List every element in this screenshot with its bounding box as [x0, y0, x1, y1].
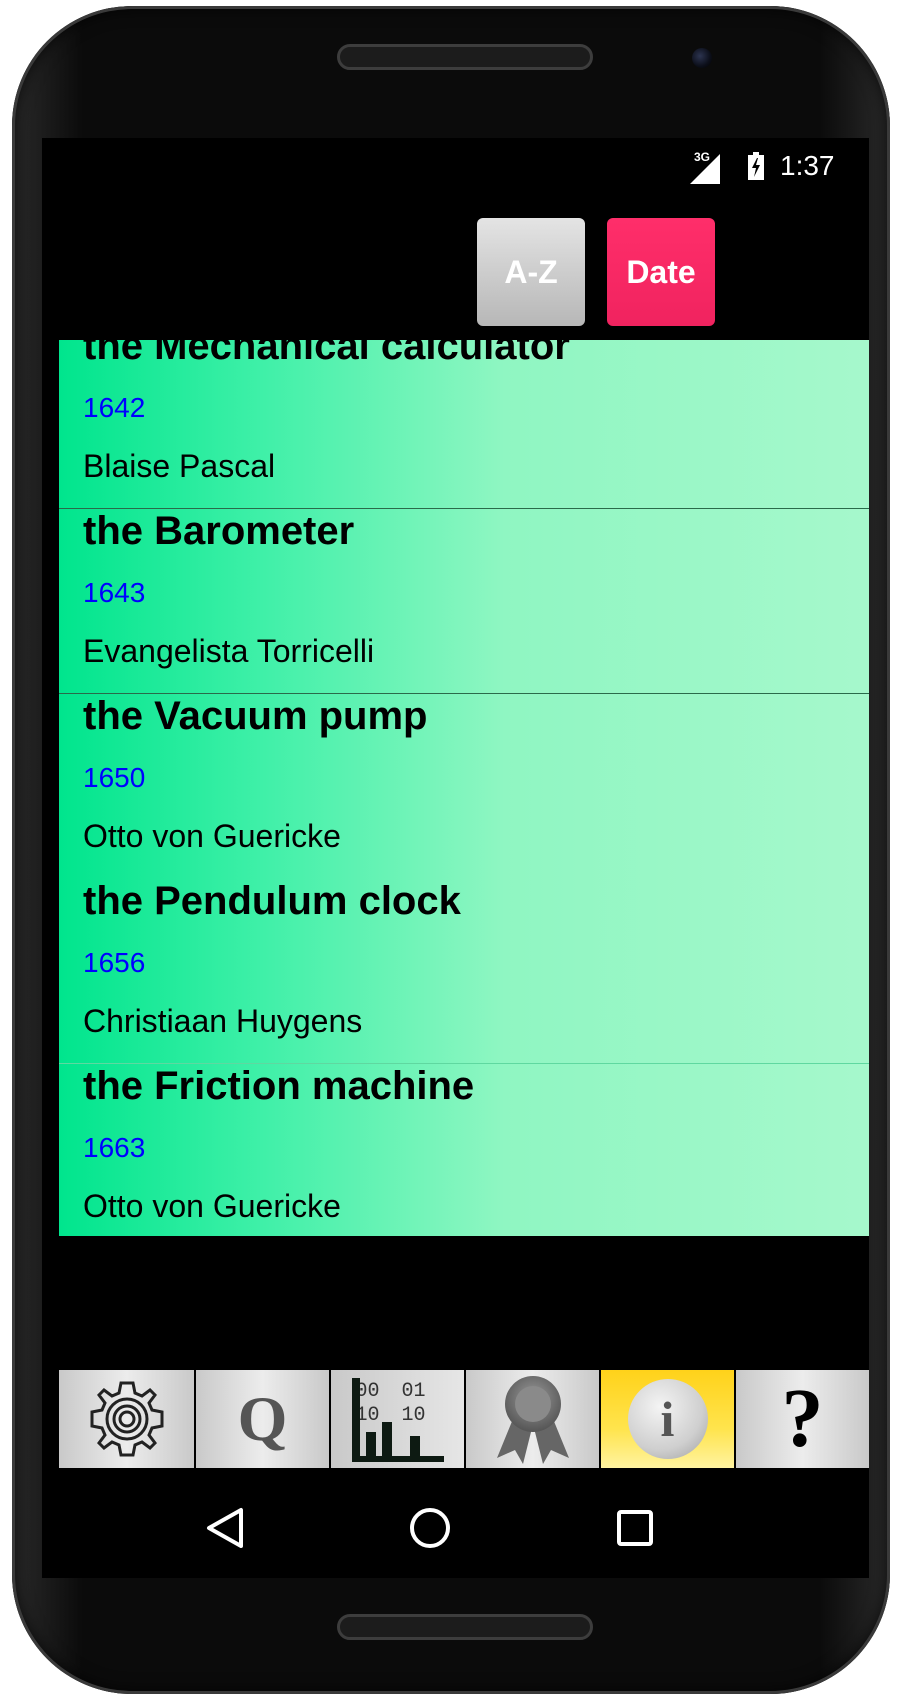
invention-name: the Friction machine — [83, 1064, 475, 1108]
invention-name: the Pendulum clock — [83, 879, 461, 923]
info-icon: i — [627, 1379, 708, 1459]
inventor-name: Christiaan Huygens — [83, 1003, 363, 1039]
sort-az-button[interactable]: A-Z — [477, 218, 585, 326]
phone-frame: 3G 1:37 A-Z Date the Mechanical calculat… — [12, 6, 890, 1694]
invention-year: 1650 — [83, 762, 146, 793]
system-nav-bar — [42, 1478, 869, 1578]
bottom-speaker — [337, 1614, 593, 1640]
inventions-list[interactable]: the Mechanical calculator 1642 Blaise Pa… — [59, 340, 869, 1236]
home-circle-icon — [410, 1508, 450, 1548]
statistics-button[interactable]: 00 01 10 10 — [329, 1370, 464, 1468]
inventor-name: Otto von Guericke — [83, 1188, 341, 1224]
invention-year: 1656 — [83, 947, 146, 978]
bottom-toolbar: Q 00 01 10 10 i ? — [59, 1370, 869, 1468]
recents-button[interactable] — [610, 1503, 660, 1553]
inventor-name: Blaise Pascal — [83, 448, 276, 484]
invention-year: 1643 — [83, 577, 146, 608]
gear-icon — [90, 1381, 163, 1457]
front-camera — [692, 48, 712, 68]
quiz-q-icon: Q — [237, 1383, 288, 1454]
invention-name: the Vacuum pump — [83, 694, 428, 738]
help-question-icon: ? — [781, 1372, 824, 1465]
list-item[interactable]: the Barometer 1643 Evangelista Torricell… — [59, 509, 869, 694]
info-glyph: i — [660, 1391, 675, 1447]
sort-date-button[interactable]: Date — [607, 218, 715, 326]
settings-button[interactable] — [59, 1370, 194, 1468]
inventor-name: Otto von Guericke — [83, 818, 341, 854]
screen: 3G 1:37 A-Z Date the Mechanical calculat… — [42, 138, 869, 1578]
inventor-name: Evangelista Torricelli — [83, 633, 375, 669]
invention-name: the Mechanical calculator — [83, 340, 570, 368]
info-button[interactable]: i — [599, 1370, 734, 1468]
recents-square-icon — [617, 1510, 653, 1546]
binary-stats-icon: 00 01 10 10 — [348, 1374, 448, 1464]
list-item[interactable]: the Friction machine 1663 Otto von Gueri… — [59, 1064, 869, 1236]
clock: 1:37 — [780, 150, 835, 181]
back-button[interactable] — [200, 1503, 250, 1553]
network-type: 3G — [694, 150, 711, 164]
invention-year: 1642 — [83, 392, 146, 423]
battery-icon — [748, 152, 764, 180]
list-item[interactable]: the Pendulum clock 1656 Christiaan Huyge… — [59, 879, 869, 1064]
quiz-button[interactable]: Q — [194, 1370, 329, 1468]
achievements-button[interactable] — [464, 1370, 599, 1468]
status-bar: 3G 1:37 — [42, 138, 869, 194]
list-item[interactable]: the Vacuum pump 1650 Otto von Guericke — [59, 694, 869, 879]
help-button[interactable]: ? — [734, 1370, 869, 1468]
award-ribbon-icon — [496, 1376, 569, 1464]
list-item[interactable]: the Mechanical calculator 1642 Blaise Pa… — [59, 340, 869, 509]
home-button[interactable] — [405, 1503, 455, 1553]
back-triangle-icon — [207, 1508, 243, 1548]
invention-name: the Barometer — [83, 509, 355, 553]
invention-year: 1663 — [83, 1132, 146, 1163]
top-speaker — [337, 44, 593, 70]
